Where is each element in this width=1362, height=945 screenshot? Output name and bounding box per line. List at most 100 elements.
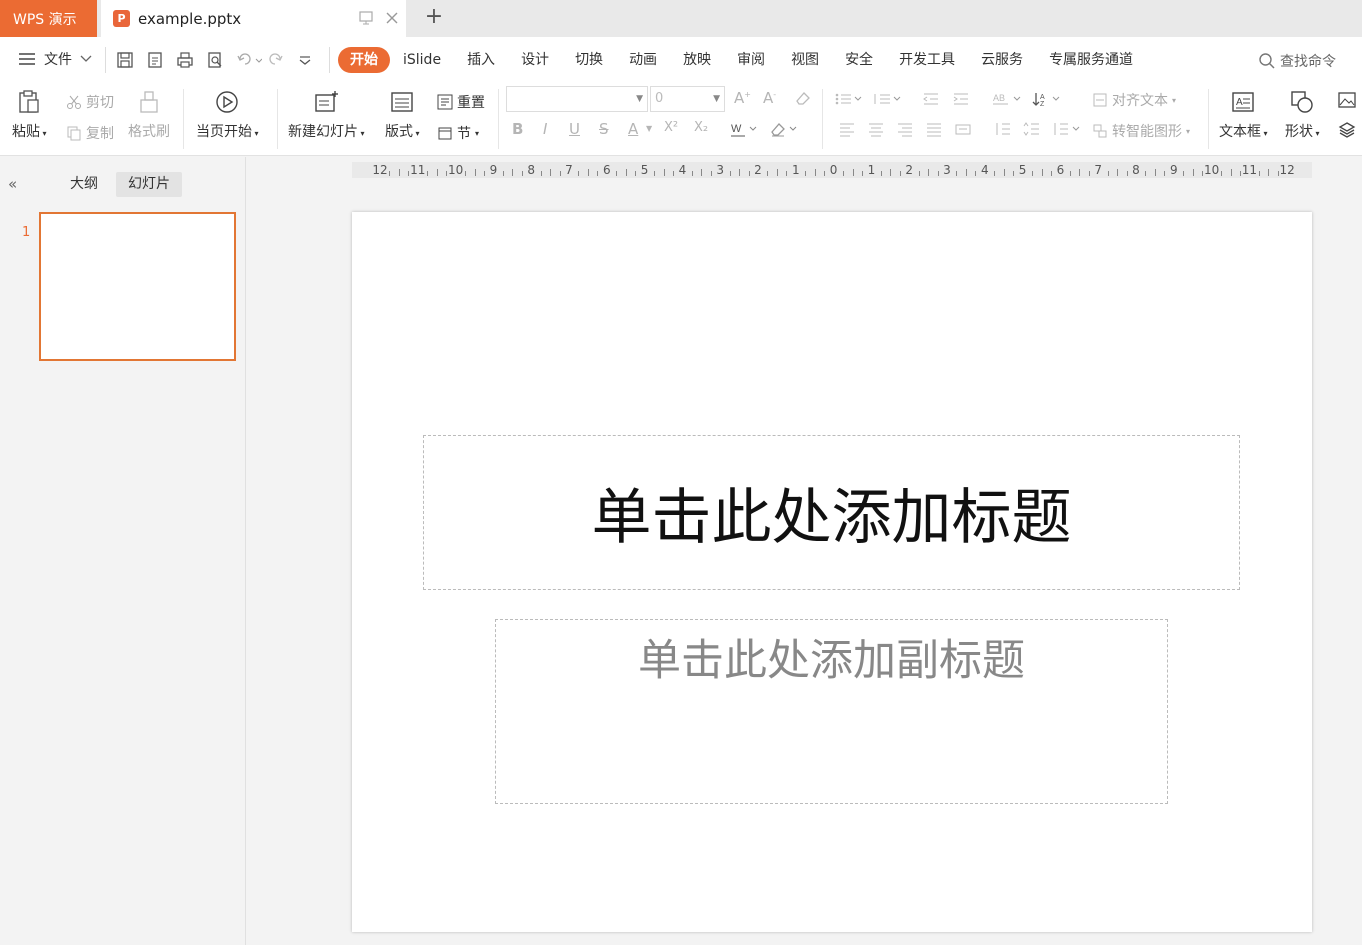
justify-icon[interactable]	[925, 121, 943, 137]
sort-icon[interactable]: AZ	[1032, 91, 1062, 107]
text-direction-icon[interactable]: AB	[992, 91, 1022, 107]
bullet-list-icon[interactable]	[834, 91, 864, 107]
tab-slides[interactable]: 幻灯片	[116, 172, 182, 197]
layout-button[interactable]: 版式 ▾	[385, 89, 420, 141]
italic-button[interactable]: I	[543, 120, 547, 138]
distribute-icon[interactable]	[954, 121, 972, 137]
smart-art-button[interactable]: 转智能图形 ▾	[1092, 121, 1190, 141]
ruler-tick	[890, 169, 892, 176]
save-icon[interactable]	[116, 51, 134, 69]
tab-islide[interactable]: iSlide	[390, 47, 454, 73]
new-slide-button[interactable]: 新建幻灯片 ▾	[288, 89, 365, 141]
copy-button[interactable]: 复制	[66, 123, 114, 143]
new-tab-button[interactable]: +	[422, 6, 446, 30]
search-command[interactable]: 查找命令	[1258, 51, 1336, 71]
paragraph-spacing-icon[interactable]	[1023, 121, 1041, 137]
tab-cloud[interactable]: 云服务	[968, 47, 1036, 73]
ruler-tick	[1268, 169, 1270, 176]
subtitle-placeholder[interactable]: 单击此处添加副标题	[495, 619, 1168, 804]
play-circle-icon	[214, 89, 240, 115]
spacing-options-icon[interactable]	[1052, 121, 1082, 137]
underline-button[interactable]: U	[569, 120, 580, 138]
tab-outline[interactable]: 大纲	[58, 172, 110, 197]
tab-review[interactable]: 审阅	[724, 47, 778, 73]
divider	[183, 89, 184, 149]
align-left-icon[interactable]	[838, 121, 856, 137]
undo-icon[interactable]	[236, 51, 262, 69]
reset-button[interactable]: 重置	[437, 92, 485, 112]
divider	[105, 47, 106, 73]
export-pdf-icon[interactable]	[146, 51, 164, 69]
ruler-tick	[739, 169, 741, 176]
presentation-file-icon: P	[113, 10, 130, 27]
start-from-current-button[interactable]: 当页开始 ▾	[196, 89, 259, 141]
ruler-label: 3	[716, 163, 725, 177]
numbered-list-icon[interactable]	[873, 91, 903, 107]
shape-icon	[1289, 89, 1315, 115]
cut-button[interactable]: 剪切	[66, 92, 114, 112]
tab-exclusive-service[interactable]: 专属服务通道	[1036, 47, 1146, 73]
section-button[interactable]: 节 ▾	[437, 123, 479, 143]
tab-security[interactable]: 安全	[832, 47, 886, 73]
paste-button[interactable]: 粘贴 ▾	[12, 89, 47, 141]
decrease-indent-icon[interactable]	[922, 91, 940, 107]
highlight-icon[interactable]	[770, 120, 800, 138]
tab-slideshow[interactable]: 放映	[670, 47, 724, 73]
shape-button[interactable]: 形状 ▾	[1285, 89, 1320, 141]
strikethrough-button[interactable]: S	[599, 120, 609, 138]
print-icon[interactable]	[176, 51, 194, 69]
clear-format-icon[interactable]	[794, 89, 812, 107]
superscript-button[interactable]: X²	[664, 120, 678, 135]
monitor-icon[interactable]	[358, 10, 374, 26]
arrange-icon[interactable]	[1338, 121, 1356, 139]
title-placeholder[interactable]: 单击此处添加标题	[423, 435, 1240, 590]
tab-insert[interactable]: 插入	[454, 47, 508, 73]
ruler-tick	[616, 171, 618, 176]
chevron-down-icon[interactable]: ▼	[646, 124, 652, 133]
align-center-icon[interactable]	[867, 121, 885, 137]
format-painter-button[interactable]: 格式刷	[128, 89, 170, 141]
shape-label: 形状 ▾	[1285, 124, 1320, 140]
file-menu-button[interactable]: 文件	[18, 49, 92, 69]
font-name-combo[interactable]: ▼	[506, 86, 648, 112]
picture-icon[interactable]	[1338, 91, 1356, 109]
smart-art-label: 转智能图形	[1112, 124, 1182, 140]
ruler-tick	[1145, 171, 1147, 176]
line-spacing-icon[interactable]	[994, 121, 1012, 137]
ruler-label: 10	[1203, 163, 1220, 177]
document-tab[interactable]: P example.pptx	[101, 0, 406, 37]
close-tab-icon[interactable]	[384, 10, 400, 26]
align-right-icon[interactable]	[896, 121, 914, 137]
ruler-tick	[1164, 171, 1166, 176]
char-spacing-icon[interactable]: W	[730, 120, 758, 138]
increase-font-icon[interactable]: A+	[734, 89, 751, 107]
font-color-button[interactable]: A	[628, 120, 638, 138]
redo-icon[interactable]	[266, 51, 284, 69]
subscript-button[interactable]: X₂	[694, 120, 708, 135]
align-text-button[interactable]: 对齐文本 ▾	[1092, 90, 1176, 110]
app-tab[interactable]: WPS 演示	[0, 0, 97, 37]
tab-animation[interactable]: 动画	[616, 47, 670, 73]
ruler-tick	[1041, 169, 1043, 176]
tab-transitions[interactable]: 切换	[562, 47, 616, 73]
chevron-down-icon: ▼	[713, 94, 720, 104]
collapse-panel-icon[interactable]: «	[8, 175, 17, 193]
tab-design[interactable]: 设计	[508, 47, 562, 73]
tab-start[interactable]: 开始	[338, 47, 390, 73]
bold-button[interactable]: B	[512, 120, 523, 138]
font-size-combo[interactable]: 0 ▼	[650, 86, 725, 112]
copy-label: 复制	[86, 126, 114, 142]
decrease-font-icon[interactable]: A-	[763, 89, 776, 107]
slide-canvas[interactable]: 单击此处添加标题 单击此处添加副标题	[352, 212, 1312, 932]
tab-developer[interactable]: 开发工具	[886, 47, 968, 73]
print-preview-icon[interactable]	[206, 51, 224, 69]
slide-thumbnail[interactable]	[39, 212, 236, 361]
customize-toolbar-icon[interactable]	[296, 51, 314, 69]
text-box-icon: A	[1230, 89, 1256, 115]
font-size-value: 0	[655, 91, 664, 106]
tab-view[interactable]: 视图	[778, 47, 832, 73]
layout-icon	[389, 89, 415, 115]
increase-indent-icon[interactable]	[952, 91, 970, 107]
text-box-button[interactable]: A 文本框 ▾	[1219, 89, 1268, 141]
svg-text:A: A	[1236, 97, 1243, 108]
